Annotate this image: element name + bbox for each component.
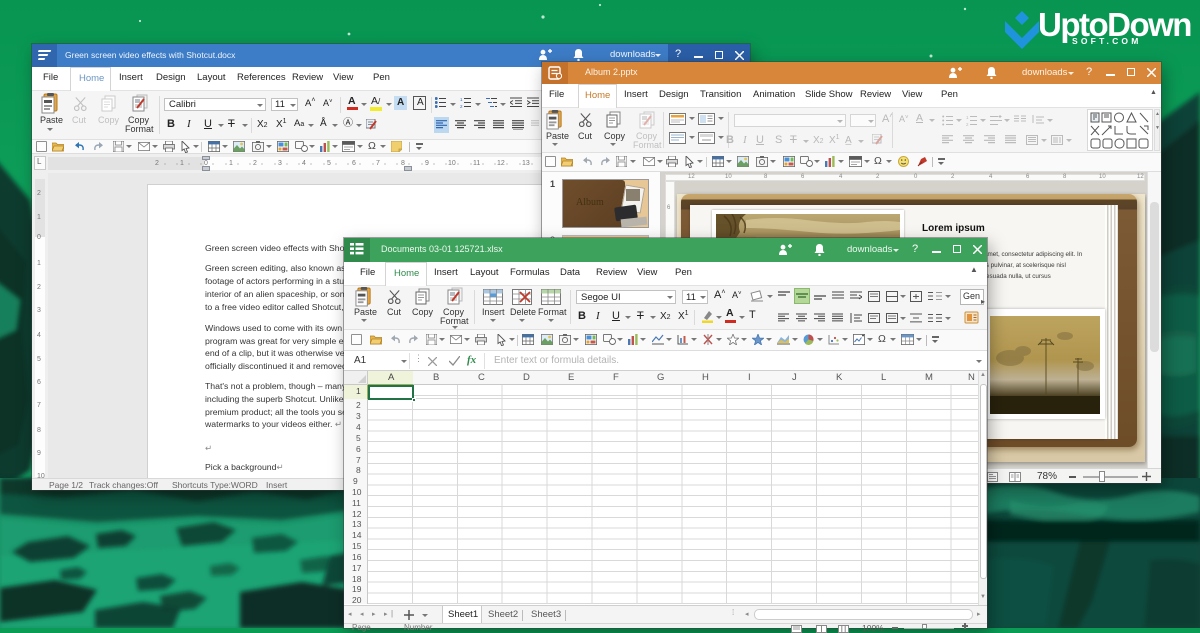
svg-text:2: 2 <box>966 122 969 126</box>
svg-text:1: 1 <box>460 97 463 102</box>
svg-text:1: 1 <box>966 115 969 120</box>
svg-text:2: 2 <box>460 104 463 108</box>
